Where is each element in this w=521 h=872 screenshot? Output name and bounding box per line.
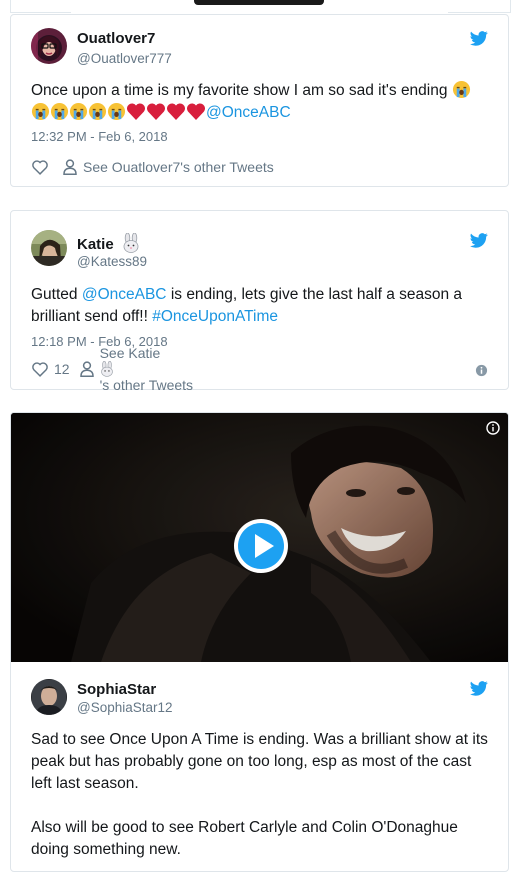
person-icon (63, 159, 77, 175)
like-count: 12 (54, 361, 70, 377)
twitter-bird-icon[interactable] (470, 31, 488, 46)
tweet-paragraph: Also will be good to see Robert Carlyle … (31, 819, 458, 858)
rabbit-face-icon (100, 361, 113, 377)
red-heart-icon (167, 103, 185, 120)
sob-emoji-icon (107, 102, 126, 121)
avatar[interactable] (31, 28, 67, 64)
tweet-card[interactable]: Katie @Katess89 Gutted @OnceABC is endin… (10, 210, 509, 393)
mention-link[interactable]: @OnceABC (82, 286, 167, 303)
tweet-card[interactable]: Ouatlover7 @Ouatlover777 Once upon a tim… (10, 14, 509, 187)
display-name[interactable]: SophiaStar (77, 681, 156, 698)
timestamp[interactable]: 12:32 PM - Feb 6, 2018 (31, 129, 168, 144)
play-icon[interactable] (232, 517, 290, 575)
username[interactable]: @Katess89 (77, 254, 147, 269)
other-tweets-link[interactable]: See Katie 's other Tweets (100, 345, 193, 393)
info-icon[interactable] (486, 421, 500, 435)
rabbit-face-icon (123, 232, 139, 253)
info-icon[interactable] (475, 364, 488, 377)
display-name[interactable]: Katie (77, 232, 140, 253)
tweet-text: Gutted @OnceABC is ending, lets give the… (31, 284, 491, 328)
red-heart-icon (147, 103, 165, 120)
red-heart-icon (187, 103, 205, 120)
tweet-actions: 12 See Katie 's other Tweets (31, 345, 193, 393)
tweet-text-part: Gutted (31, 286, 78, 303)
display-name[interactable]: Ouatlover7 (77, 30, 155, 47)
tweet-text: Once upon a time is my favorite show I a… (31, 80, 491, 124)
sob-emoji-icon (50, 102, 69, 121)
heart-outline-icon[interactable] (31, 159, 49, 175)
heart-outline-icon[interactable] (31, 361, 49, 377)
red-heart-icon (127, 103, 145, 120)
sob-emoji-icon (452, 80, 470, 99)
tweet-text-body: Once upon a time is my favorite show I a… (31, 82, 448, 99)
tweet-paragraph: Sad to see Once Upon A Time is ending. W… (31, 731, 488, 792)
sob-emoji-icon (69, 102, 88, 121)
username[interactable]: @Ouatlover777 (77, 51, 172, 66)
video-thumbnail[interactable] (11, 413, 508, 662)
top-bar (0, 0, 521, 13)
twitter-bird-icon[interactable] (470, 233, 488, 248)
other-tweets-text: See Katie (99, 345, 161, 361)
username[interactable]: @SophiaStar12 (77, 700, 173, 715)
twitter-bird-icon[interactable] (470, 681, 488, 696)
mention-link[interactable]: @OnceABC (206, 104, 291, 121)
avatar[interactable] (31, 230, 67, 266)
tweet-card[interactable]: SophiaStar @SophiaStar12 Sad to see Once… (10, 412, 509, 872)
hashtag-link[interactable]: #OnceUponATime (152, 308, 278, 325)
tweet-text: Sad to see Once Upon A Time is ending. W… (31, 729, 491, 861)
other-tweets-text: 's other Tweets (99, 377, 194, 393)
sob-emoji-icon (31, 102, 50, 121)
other-tweets-link[interactable]: See Ouatlover7's other Tweets (83, 159, 274, 175)
sob-emoji-icon (88, 102, 107, 121)
avatar[interactable] (31, 679, 67, 715)
display-name-text: Katie (77, 236, 114, 253)
person-icon (79, 361, 94, 377)
drag-handle[interactable] (194, 0, 324, 5)
previous-card-edge-left (10, 0, 71, 13)
previous-card-edge-right (448, 0, 511, 13)
tweet-actions: See Ouatlover7's other Tweets (31, 157, 274, 177)
